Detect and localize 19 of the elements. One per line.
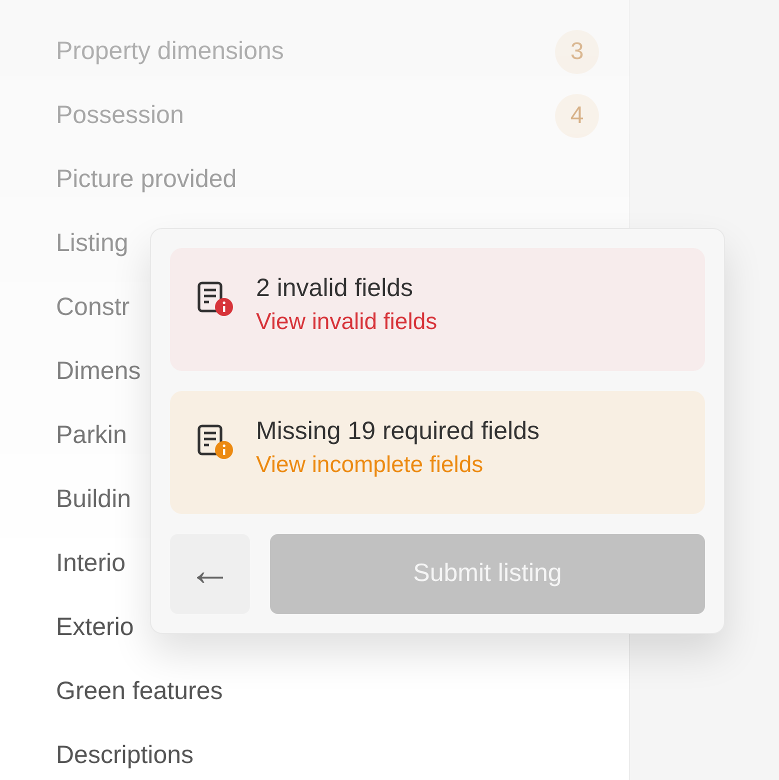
sidebar-item[interactable]: Descriptions: [56, 737, 194, 775]
sidebar-item[interactable]: Constr: [56, 289, 130, 327]
alert-title: Missing 19 required fields: [256, 416, 540, 447]
sidebar-item[interactable]: Dimens: [56, 353, 141, 391]
view-fields-link[interactable]: View invalid fields: [256, 304, 438, 337]
alert-title: 2 invalid fields: [256, 273, 414, 304]
sidebar-item[interactable]: Interio: [56, 545, 126, 583]
sidebar-item[interactable]: Listing: [56, 225, 128, 263]
sidebar-item[interactable]: Picture provided: [56, 161, 237, 199]
count-badge: 3: [555, 30, 599, 74]
sidebar-item[interactable]: Parkin: [56, 417, 127, 455]
sidebar-item[interactable]: Exterio: [56, 609, 134, 647]
sidebar-item[interactable]: Green features: [56, 673, 223, 711]
count-badge: 4: [555, 94, 599, 138]
sidebar-item[interactable]: Property dimensions: [56, 33, 284, 71]
sidebar-item[interactable]: Buildin: [56, 481, 132, 519]
view-fields-link[interactable]: View incomplete fields: [256, 448, 540, 480]
back-button[interactable]: ←: [170, 534, 250, 614]
sidebar-item[interactable]: Possession: [56, 97, 184, 135]
